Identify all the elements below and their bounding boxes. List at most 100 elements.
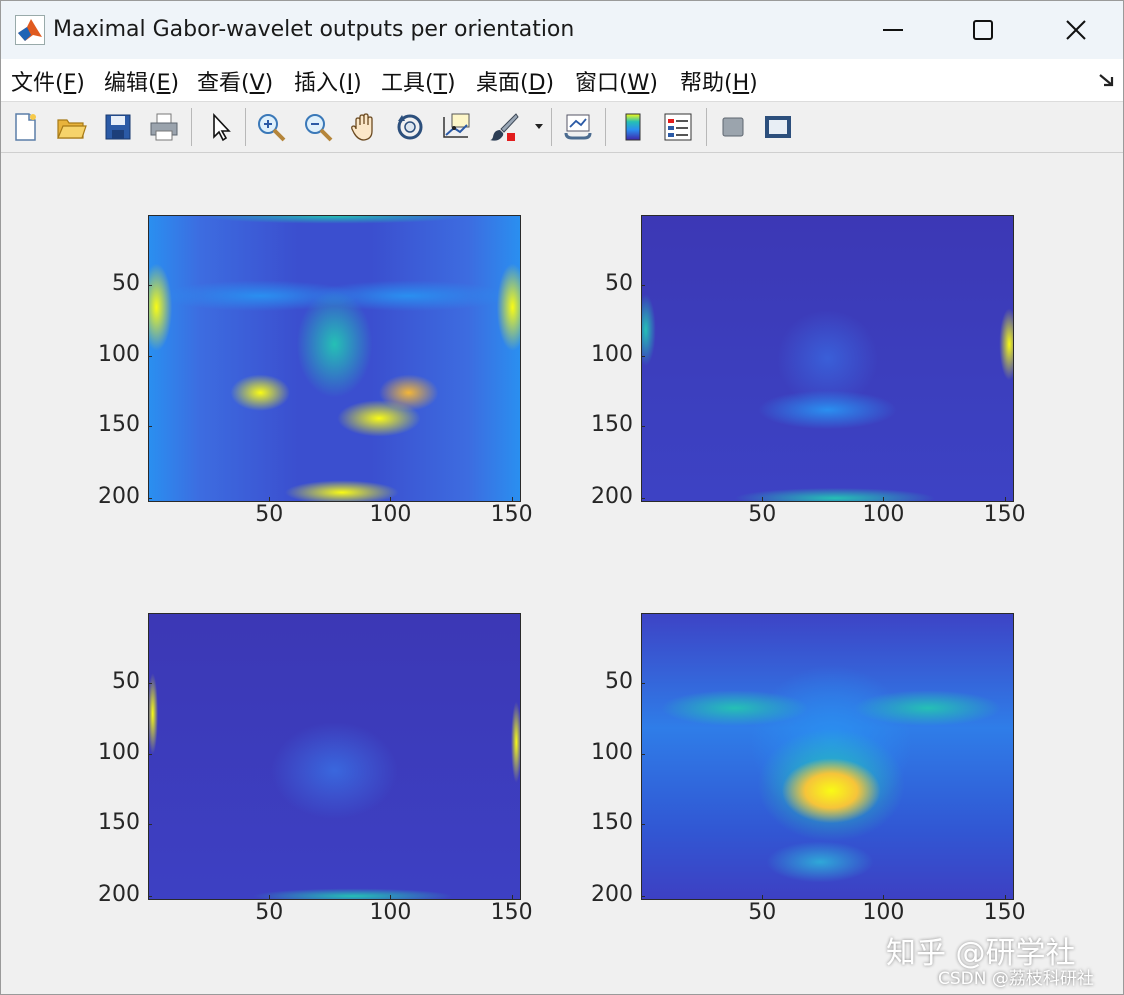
y-tick-mark [148,753,152,755]
x-tick-label: 100 [862,502,905,527]
zoom-in-icon [258,114,286,142]
toolbar-separator [245,108,246,146]
rotate-3d-icon [397,114,423,140]
x-tick-mark [511,895,513,899]
x-tick-label: 100 [369,900,412,925]
y-tick-label: 200 [98,483,140,509]
new-figure-button[interactable] [7,109,43,145]
close-icon [1066,20,1086,40]
brush-icon [490,113,519,141]
print-icon [150,113,178,141]
x-tick-label: 150 [490,900,533,925]
menu-file[interactable]: 文件(F) [11,65,85,97]
y-tick-mark [148,823,152,825]
x-tick-mark [269,895,271,899]
menu-window[interactable]: 窗口(W) [575,65,658,97]
minimize-button[interactable] [847,1,939,59]
x-tick-mark [511,497,513,501]
watermark-csdn: CSDN @荔枝科研社 [938,969,1094,989]
select-arrow-icon [213,112,231,142]
legend-button[interactable] [660,109,696,145]
rotate-3d-button[interactable] [392,109,428,145]
zoom-out-button[interactable] [300,109,336,145]
y-tick-label: 200 [591,483,633,509]
menu-insert[interactable]: 插入(I) [294,65,362,97]
brush-button[interactable] [486,109,522,145]
menu-tools[interactable]: 工具(T) [381,65,456,97]
y-tick-mark [641,355,645,357]
title-bar: Maximal Gabor-wavelet outputs per orient… [1,1,1123,59]
data-cursor-icon [443,113,470,138]
axes-orientation-3[interactable] [148,613,521,900]
dock-arrow-icon[interactable] [1097,71,1117,91]
minimize-icon [883,29,903,31]
x-tick-mark [1004,497,1006,501]
y-tick-mark [641,497,645,499]
save-icon [105,114,131,140]
y-tick-label: 200 [98,881,140,907]
print-button[interactable] [146,109,182,145]
zoom-out-icon [305,114,333,142]
menu-edit[interactable]: 编辑(E) [104,65,179,97]
x-tick-mark [883,895,885,899]
x-tick-label: 50 [748,502,777,527]
y-tick-mark [148,355,152,357]
hide-plot-tools-button[interactable] [715,109,751,145]
open-file-button[interactable] [53,109,89,145]
save-button[interactable] [100,109,136,145]
x-tick-mark [1004,895,1006,899]
x-tick-mark [390,895,392,899]
colorbar-button[interactable] [615,109,651,145]
y-tick-mark [641,683,645,685]
hide-plot-tools-icon [722,117,744,137]
x-tick-mark [762,497,764,501]
x-tick-label: 150 [490,502,533,527]
y-tick-mark [148,895,152,897]
y-tick-label: 50 [605,669,633,695]
axes-orientation-1[interactable] [148,215,521,502]
colorbar-icon [625,113,641,141]
matlab-logo-icon [15,15,45,45]
x-tick-label: 50 [748,900,777,925]
y-tick-label: 50 [605,271,633,297]
figure-toolbar [1,102,1123,153]
window-title: Maximal Gabor-wavelet outputs per orient… [53,17,575,42]
y-tick-label: 50 [112,271,140,297]
menu-view[interactable]: 查看(V) [197,65,273,97]
y-tick-label: 150 [98,809,140,835]
y-tick-mark [148,683,152,685]
y-tick-mark [641,425,645,427]
brush-dropdown-icon[interactable] [533,122,545,132]
link-plot-icon [564,114,592,140]
pan-hand-icon [351,113,373,141]
x-tick-label: 100 [369,502,412,527]
menu-help[interactable]: 帮助(H) [680,65,758,97]
y-tick-mark [641,285,645,287]
y-tick-label: 100 [591,739,633,765]
x-tick-label: 150 [983,502,1026,527]
data-cursor-button[interactable] [438,109,474,145]
x-tick-mark [390,497,392,501]
maximize-button[interactable] [937,1,1029,59]
menu-desktop[interactable]: 桌面(D) [476,65,554,97]
y-tick-label: 50 [112,669,140,695]
pan-button[interactable] [346,109,382,145]
axes-orientation-4[interactable] [641,613,1014,900]
y-tick-label: 150 [591,411,633,437]
close-button[interactable] [1030,1,1122,59]
link-plot-button[interactable] [560,109,596,145]
x-tick-mark [883,497,885,501]
select-arrow-button[interactable] [202,109,238,145]
y-tick-label: 100 [98,341,140,367]
y-tick-mark [641,753,645,755]
legend-icon [664,113,692,141]
show-plot-tools-button[interactable] [760,109,796,145]
menu-bar: 文件(F) 编辑(E) 查看(V) 插入(I) 工具(T) 桌面(D) 窗口(W… [1,59,1123,102]
zoom-in-button[interactable] [253,109,289,145]
axes-orientation-2[interactable] [641,215,1014,502]
y-tick-label: 100 [98,739,140,765]
x-tick-label: 50 [255,900,284,925]
y-tick-label: 200 [591,881,633,907]
y-tick-label: 100 [591,341,633,367]
toolbar-separator [551,108,552,146]
